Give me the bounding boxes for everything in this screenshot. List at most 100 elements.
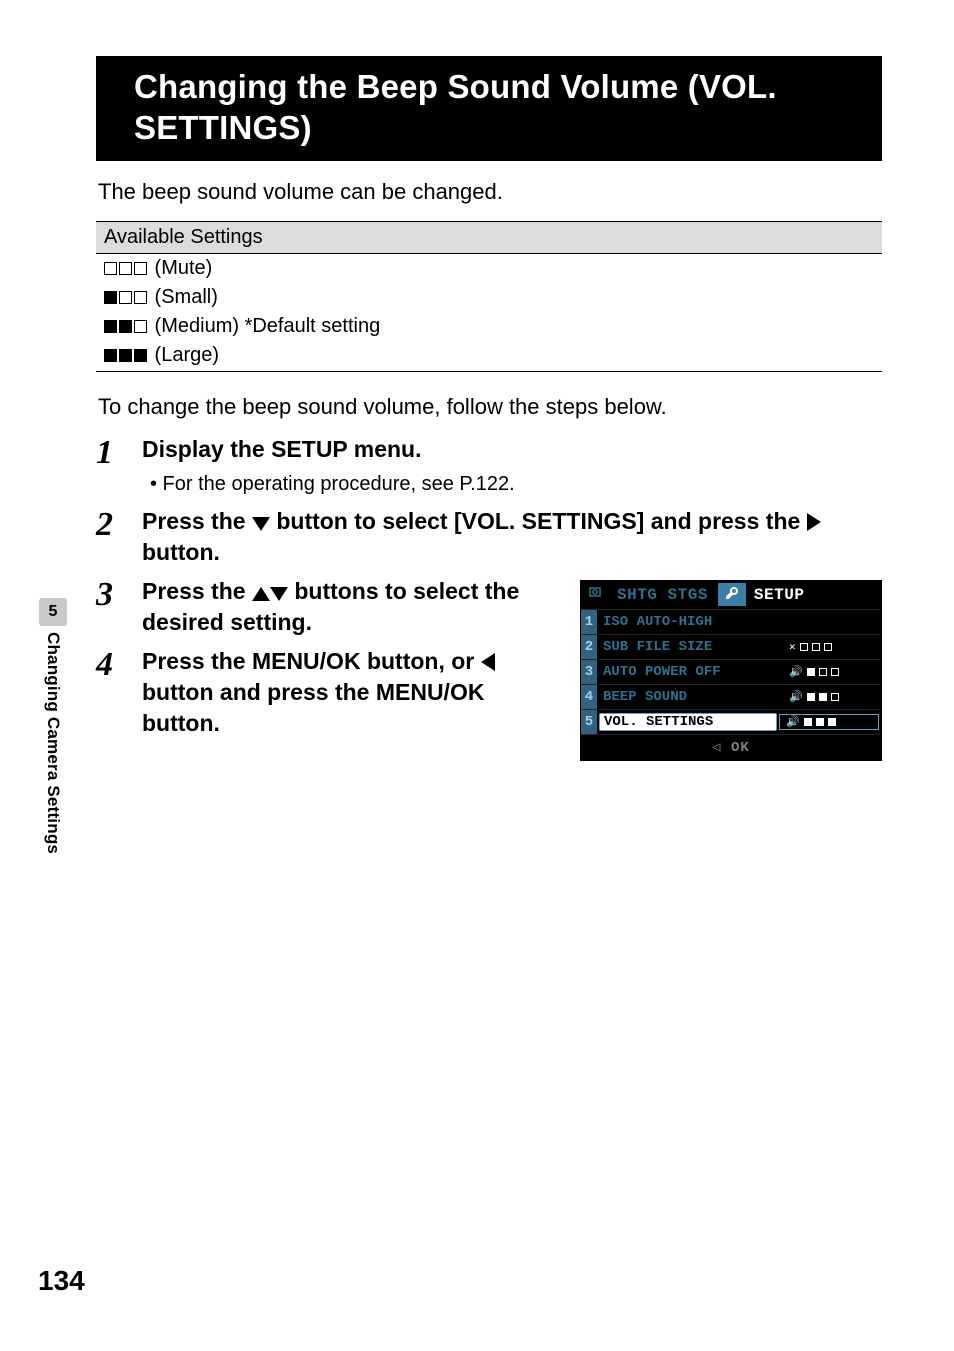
camera-row-value: 🔊 [783, 690, 881, 704]
chapter-number: 5 [39, 598, 67, 626]
step-text: Press the MENU/OK button, or [142, 648, 481, 674]
camera-menu-row: 1ISO AUTO-HIGH [581, 609, 881, 634]
step-text: button. [142, 539, 220, 565]
setting-label: (Medium) *Default setting [149, 315, 380, 337]
camera-row-label: SUB FILE SIZE [597, 639, 783, 655]
level-box-icon [804, 718, 812, 726]
level-box-icon [104, 349, 117, 362]
level-box-icon [119, 320, 132, 333]
camera-menu-row: 3AUTO POWER OFF 🔊 [581, 659, 881, 684]
speaker-icon: 🔊 [789, 665, 803, 679]
level-box-icon [104, 320, 117, 333]
up-arrow-icon [252, 587, 270, 601]
step-4: 4 Press the MENU/OK button, or button an… [96, 646, 562, 739]
camera-row-value: 🔊 [779, 714, 879, 730]
camera-row-value: 🔊 [783, 665, 881, 679]
page-number: 134 [38, 1265, 85, 1297]
speaker-icon: 🔊 [789, 690, 803, 704]
step-body: Display the SETUP menu. • For the operat… [142, 434, 882, 498]
step-subtext: • For the operating procedure, see P.122… [142, 471, 882, 498]
step-body: Press the MENU/OK button, or button and … [142, 646, 562, 739]
camera-row-index: 2 [581, 635, 597, 659]
mute-icon: ✕ [789, 640, 796, 654]
chapter-label: Changing Camera Settings [43, 632, 63, 854]
right-arrow-icon [807, 513, 821, 531]
setting-medium: (Medium) *Default setting [96, 312, 882, 341]
follow-text: To change the beep sound volume, follow … [98, 394, 880, 420]
step-number: 4 [96, 646, 142, 739]
step-body: Press the button to select [VOL. SETTING… [142, 506, 882, 568]
setting-label: (Small) [149, 286, 218, 308]
level-box-icon [807, 693, 815, 701]
setting-large: (Large) [96, 341, 882, 372]
level-box-icon [134, 320, 147, 333]
level-box-icon [134, 262, 147, 275]
setting-label: (Mute) [149, 257, 212, 279]
available-settings-table: Available Settings (Mute) (Small) (Mediu… [96, 221, 882, 372]
step-1: 1 Display the SETUP menu. • For the oper… [96, 434, 882, 498]
camera-screen-preview: SHTG STGS SETUP 1ISO AUTO-HIGH2SUB FILE … [580, 580, 882, 761]
camera-tab-setup: SETUP [746, 584, 815, 606]
down-arrow-icon [252, 517, 270, 531]
step-text: Press the [142, 578, 252, 604]
title-text: Changing the Beep Sound Volume (VOL. SET… [124, 56, 882, 161]
camera-menu-row: 5VOL. SETTINGS 🔊 [581, 709, 881, 734]
level-box-icon [104, 291, 117, 304]
camera-row-label: VOL. SETTINGS [599, 713, 777, 731]
wrench-icon [718, 583, 746, 606]
steps-list: 1 Display the SETUP menu. • For the oper… [96, 434, 882, 761]
step-text: button to select [VOL. SETTINGS] and pre… [270, 508, 807, 534]
camera-row-index: 4 [581, 685, 597, 709]
speaker-icon: 🔊 [786, 715, 800, 729]
level-box-icon [812, 643, 820, 651]
step-number: 1 [96, 434, 142, 498]
step-title: Display the SETUP menu. [142, 436, 421, 462]
level-box-icon [828, 718, 836, 726]
level-box-icon [104, 262, 117, 275]
camera-row-index: 1 [581, 610, 597, 634]
level-box-icon [134, 291, 147, 304]
level-box-icon [824, 643, 832, 651]
section-title: Changing the Beep Sound Volume (VOL. SET… [96, 56, 882, 161]
table-header: Available Settings [96, 221, 882, 253]
down-arrow-icon [270, 587, 288, 601]
title-side-bar [96, 56, 124, 161]
camera-mode-icon [581, 583, 609, 606]
camera-tabs: SHTG STGS SETUP [581, 581, 881, 609]
level-box-icon [119, 349, 132, 362]
step-number: 2 [96, 506, 142, 568]
camera-row-label: BEEP SOUND [597, 689, 783, 705]
level-box-icon [816, 718, 824, 726]
level-box-icon [800, 643, 808, 651]
level-box-icon [819, 693, 827, 701]
intro-text: The beep sound volume can be changed. [98, 179, 880, 205]
camera-menu-row: 4BEEP SOUND 🔊 [581, 684, 881, 709]
level-box-icon [831, 693, 839, 701]
camera-row-index: 3 [581, 660, 597, 684]
camera-tab-shtg: SHTG STGS [609, 584, 716, 606]
camera-row-value: ✕ [783, 640, 881, 654]
level-box-icon [831, 668, 839, 676]
step-text: button and press the MENU/OK button. [142, 679, 484, 736]
step-text: Press the [142, 508, 252, 534]
level-box-icon [134, 349, 147, 362]
setting-mute: (Mute) [96, 253, 882, 283]
setting-label: (Large) [149, 344, 219, 366]
step-2: 2 Press the button to select [VOL. SETTI… [96, 506, 882, 568]
level-box-icon [807, 668, 815, 676]
camera-footer: ◁ OK [581, 734, 881, 760]
camera-row-label: ISO AUTO-HIGH [597, 614, 783, 630]
camera-menu-rows: 1ISO AUTO-HIGH2SUB FILE SIZE ✕ 3AUTO POWER… [581, 609, 881, 734]
camera-row-label: AUTO POWER OFF [597, 664, 783, 680]
level-box-icon [119, 262, 132, 275]
camera-row-index: 5 [581, 710, 597, 734]
camera-menu-row: 2SUB FILE SIZE ✕ [581, 634, 881, 659]
left-arrow-icon [481, 653, 495, 671]
setting-small: (Small) [96, 283, 882, 312]
level-box-icon [819, 668, 827, 676]
side-tab: 5 Changing Camera Settings [38, 598, 68, 854]
step-body: Press the buttons to select the desired … [142, 576, 562, 638]
step-3: 3 Press the buttons to select the desire… [96, 576, 562, 638]
step-number: 3 [96, 576, 142, 638]
level-box-icon [119, 291, 132, 304]
